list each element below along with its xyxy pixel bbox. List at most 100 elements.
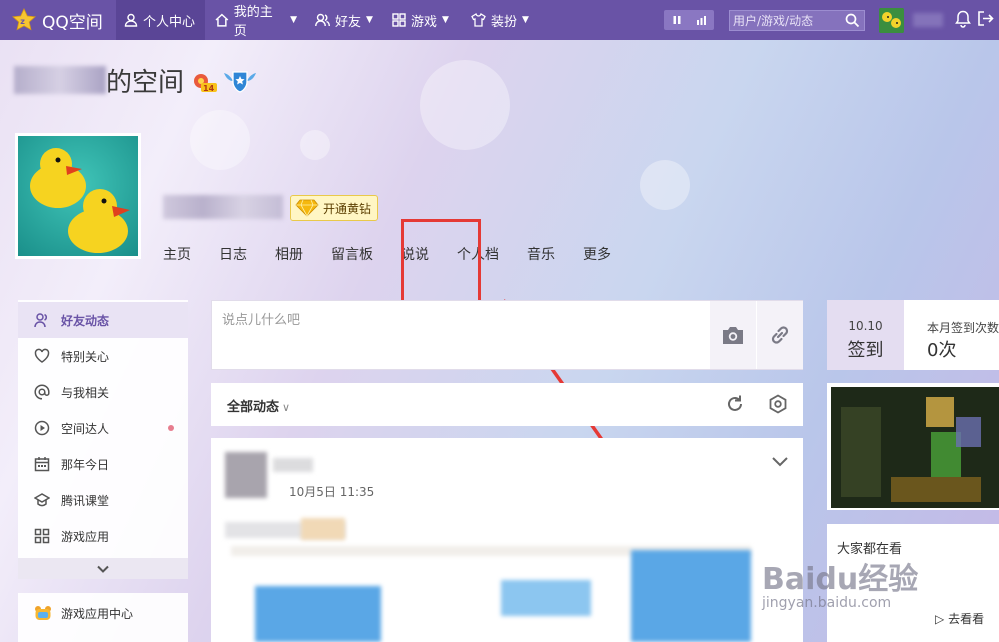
chevron-down-icon: ▼ [522,15,529,25]
expand-menu-button[interactable] [18,558,188,579]
grid-icon [392,13,406,27]
look-more-link[interactable]: ▷ 去看看 [935,610,984,627]
sign-date: 10.10 [848,319,883,333]
menu-item-app-center[interactable]: 游戏应用中心 [18,595,188,631]
chevron-down-icon: ∨ [282,401,291,414]
heart-icon [34,348,50,363]
profile-avatar[interactable] [15,133,141,259]
settings-icon[interactable] [768,394,788,414]
home-icon [215,13,229,27]
status-input[interactable] [220,307,654,361]
background-decoration [420,60,510,150]
chevron-down-icon[interactable] [771,456,789,468]
video-thumbnail[interactable] [831,387,999,508]
background-decoration [640,160,690,210]
menu-label: 那年今日 [61,457,110,472]
post-author-avatar[interactable] [225,452,267,498]
menu-label: 空间达人 [61,421,110,436]
left-menu: 好友动态 特别关心 与我相关 空间达人 那年今日 腾讯课堂 游戏应用 [18,300,188,579]
play-icon [34,420,50,436]
tab-blog[interactable]: 日志 [219,244,247,264]
menu-item-friend-feeds[interactable]: 好友动态 [18,302,188,338]
tab-album[interactable]: 相册 [275,244,303,264]
sign-in-card: 10.10 签到 本月签到次数 0次 [827,300,999,370]
owner-name [14,66,106,94]
space-title: 的空间 [106,68,185,98]
pause-view-button[interactable] [664,10,689,30]
nav-label: 游戏 [411,14,438,30]
video-card [827,383,999,510]
menu-item-tencent-class[interactable]: 腾讯课堂 [18,482,188,518]
tab-guestbook[interactable]: 留言板 [331,244,373,264]
tab-more[interactable]: 更多 [583,244,611,264]
menu-item-game-apps[interactable]: 游戏应用 [18,518,188,554]
at-icon [34,384,50,400]
photo-button[interactable] [710,301,756,369]
view-toggle [664,10,714,30]
chevron-down-icon [97,565,109,573]
bar-chart-icon [696,16,706,25]
nav-games[interactable]: 游戏 ▼ [384,0,462,40]
wing-badge[interactable] [222,68,258,98]
vip-label: 开通黄钻 [323,201,372,216]
apps-icon [34,528,50,544]
user-icon [124,13,138,27]
nav-label: 个人中心 [143,14,196,30]
flower-badge-icon: 14 [194,74,217,93]
highlight-box [401,219,481,311]
watermark-url: jingyan.baidu.com [762,595,892,611]
level-number: 14 [203,84,215,93]
pause-icon [673,16,680,24]
tab-music[interactable]: 音乐 [527,244,555,264]
status-composer [211,300,803,370]
menu-label: 腾讯课堂 [61,493,110,508]
feed-filter-label: 全部动态 [227,400,280,415]
post-author-name[interactable] [273,458,313,472]
month-sign-count: 0次 [927,340,957,361]
camera-icon [723,327,743,344]
nav-personal-center[interactable]: 个人中心 [116,0,205,40]
background-decoration [300,130,330,160]
sign-in-button[interactable]: 10.10 签到 [827,300,904,370]
month-sign-label: 本月签到次数 [927,321,999,335]
post-image[interactable] [501,580,591,616]
refresh-icon[interactable] [725,394,745,414]
feed-filter-dropdown[interactable]: 全部动态 ∨ [227,396,290,415]
user-avatar-small[interactable] [879,8,904,33]
menu-label: 与我相关 [61,385,110,400]
chevron-down-icon: ▼ [290,15,297,25]
post-image[interactable] [631,550,751,642]
nav-my-homepage[interactable]: 我的主页 ▼ [207,0,305,40]
menu-item-that-year-today[interactable]: 那年今日 [18,446,188,482]
chevron-down-icon: ▼ [442,15,449,25]
calendar-icon [34,457,50,472]
menu-item-space-talent[interactable]: 空间达人 [18,410,188,446]
link-icon [771,326,789,344]
video-scene-image [831,387,999,508]
stats-view-button[interactable] [689,10,714,30]
nav-dressup[interactable]: 装扮 ▼ [463,0,541,40]
shirt-icon [471,13,486,27]
bell-icon[interactable] [955,10,971,28]
sign-label: 签到 [847,340,884,361]
user-name-small[interactable] [913,13,943,27]
qzone-logo[interactable]: z QQ空间 [12,6,103,34]
star-logo-icon: z [12,8,36,31]
search-input[interactable] [733,12,843,29]
logout-icon[interactable] [977,10,994,27]
wing-shield-icon [224,71,256,93]
watermark-text: Baidu经验 [762,562,919,597]
attachment-button[interactable] [757,301,803,369]
search-icon[interactable] [845,13,860,28]
svg-text:z: z [20,17,25,26]
logo-text: QQ空间 [42,12,103,33]
level-badge[interactable]: 14 [191,72,219,98]
post-image[interactable] [255,586,381,642]
avatar-image [879,8,904,33]
menu-item-related-to-me[interactable]: 与我相关 [18,374,188,410]
search-box [729,10,865,31]
open-yellow-diamond-button[interactable]: 开通黄钻 [290,195,379,221]
nav-friends[interactable]: 好友 ▼ [307,0,381,40]
menu-item-special-care[interactable]: 特别关心 [18,338,188,374]
tab-home[interactable]: 主页 [163,244,191,264]
